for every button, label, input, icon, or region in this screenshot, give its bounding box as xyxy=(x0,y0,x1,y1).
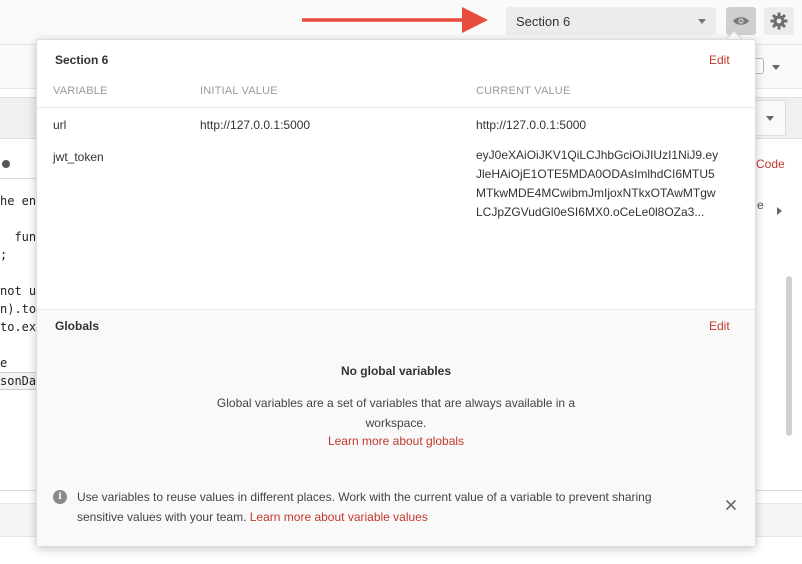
unsaved-dot-icon xyxy=(2,160,10,168)
manage-environments-button[interactable] xyxy=(764,7,794,35)
tab-overflow-pill xyxy=(756,58,764,74)
chevron-down-icon xyxy=(698,18,706,24)
code-line: to.ex xyxy=(0,320,36,334)
column-header-current-value: CURRENT VALUE xyxy=(476,85,571,97)
environment-select-label: Section 6 xyxy=(516,13,571,29)
code-line: not u xyxy=(0,284,36,298)
environment-quick-look-button[interactable] xyxy=(726,7,756,35)
annotation-arrow-icon xyxy=(302,7,488,33)
code-line: he en xyxy=(0,194,36,208)
code-editor[interactable]: he en func ; not u n).to to.ex e sonDa xyxy=(0,190,36,490)
initial-value: http://127.0.0.1:5000 xyxy=(200,118,311,132)
code-line: e xyxy=(0,356,8,370)
send-dropdown-chevron-icon xyxy=(766,116,774,121)
column-header-variable: VARIABLE xyxy=(53,85,108,97)
globals-title: Globals xyxy=(55,319,100,333)
scrollbar-track xyxy=(782,140,802,500)
empty-state-description: Global variables are a set of variables … xyxy=(216,396,576,430)
edit-environment-link[interactable]: Edit xyxy=(709,53,730,67)
code-line: func xyxy=(14,230,36,244)
code-line: sonDa xyxy=(0,374,36,388)
tab-underline xyxy=(0,178,36,179)
code-link[interactable]: Code xyxy=(756,157,785,171)
info-message: Use variables to reuse values in differe… xyxy=(77,487,687,527)
close-icon[interactable] xyxy=(723,497,739,513)
code-line: ; xyxy=(0,248,8,262)
environment-section-title: Section 6 xyxy=(55,53,109,67)
column-header-initial-value: INITIAL VALUE xyxy=(200,85,278,97)
environment-quick-look-popup: Section 6 Edit VARIABLE INITIAL VALUE CU… xyxy=(36,39,756,547)
variable-name: url xyxy=(53,118,67,132)
edit-globals-link[interactable]: Edit xyxy=(709,319,730,333)
side-panel-letter: e xyxy=(757,198,764,212)
empty-state-title: No global variables xyxy=(340,364,452,378)
header-divider xyxy=(37,107,755,108)
variable-name: jwt_token xyxy=(53,150,104,164)
info-icon: i xyxy=(53,490,67,504)
scrollbar-thumb[interactable] xyxy=(786,276,792,436)
learn-more-globals-link[interactable]: Learn more about globals xyxy=(37,434,755,448)
gear-icon xyxy=(770,12,788,30)
tabs-menu-chevron-icon[interactable] xyxy=(772,65,780,70)
learn-more-variable-values-link[interactable]: Learn more about variable values xyxy=(250,510,428,524)
eye-icon xyxy=(733,17,749,25)
current-value: eyJ0eXAiOiJKV1QiLCJhbGciOiJIUzI1NiJ9.eyJ… xyxy=(476,148,719,219)
current-value: http://127.0.0.1:5000 xyxy=(476,118,587,132)
globals-section: Globals Edit No global variables Global … xyxy=(37,309,755,546)
environment-select[interactable]: Section 6 xyxy=(506,7,716,35)
code-line: n).to xyxy=(0,302,36,316)
